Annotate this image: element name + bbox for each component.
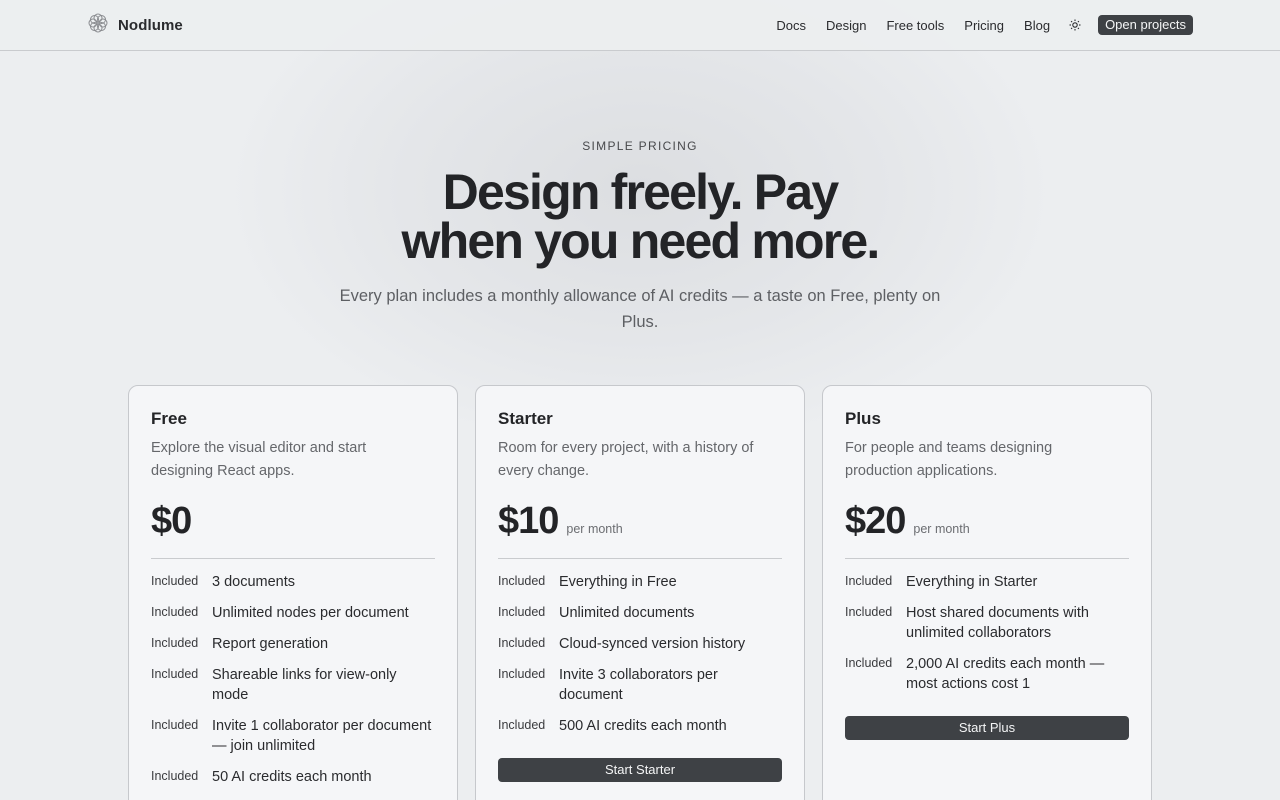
included-tag: Included: [498, 636, 546, 650]
price-row: $20 per month: [845, 501, 1129, 541]
feature-text: Cloud-synced version history: [559, 636, 746, 652]
brand-link[interactable]: Nodlume: [86, 13, 183, 37]
feature-item: Included 3 documents: [151, 572, 435, 592]
plan-name: Free: [151, 409, 187, 428]
feature-item: Included Everything in Starter: [845, 572, 1129, 592]
open-projects-button[interactable]: Open projects: [1098, 15, 1193, 35]
feature-text: Invite 1 collaborator per document — joi…: [212, 718, 432, 754]
included-tag: Included: [151, 636, 199, 650]
included-tag: Included: [845, 656, 893, 670]
feature-item: Included Unlimited documents: [498, 603, 782, 623]
included-tag: Included: [498, 605, 546, 619]
feature-text: Invite 3 collaborators per document: [559, 667, 718, 703]
feature-text: 3 documents: [212, 574, 296, 590]
feature-item: Included Host shared documents with unlim…: [845, 603, 1129, 643]
feature-list: Included Everything in Free Included Unlim…: [498, 572, 782, 736]
included-tag: Included: [498, 718, 546, 732]
divider: [845, 558, 1129, 559]
feature-item: Included 500 AI credits each month: [498, 716, 782, 736]
nav-link-pricing[interactable]: Pricing: [964, 18, 1004, 33]
plan-name: Plus: [845, 409, 881, 428]
feature-item: Included 50 AI credits each month: [151, 767, 435, 787]
plan-description: For people and teams designing productio…: [845, 440, 1053, 479]
feature-text: Everything in Starter: [906, 574, 1038, 590]
nav-link-blog[interactable]: Blog: [1024, 18, 1050, 33]
feature-text: 500 AI credits each month: [559, 718, 727, 734]
feature-text: Host shared documents with unlimited col…: [906, 605, 1089, 641]
plan-card-plus: Plus For people and teams designing prod…: [822, 385, 1152, 800]
plan-card-starter: Starter Room for every project, with a h…: [475, 385, 805, 800]
price-row: $10 per month: [498, 501, 782, 541]
nav-link-free-tools[interactable]: Free tools: [886, 18, 944, 33]
feature-text: 2,000 AI credits each month — most actio…: [906, 656, 1105, 692]
feature-text: Shareable links for view-only mode: [212, 667, 397, 703]
start-starter-button[interactable]: Start Starter: [498, 758, 782, 782]
page-subtitle: Every plan includes a monthly allowance …: [339, 287, 941, 331]
main-nav: Docs Design Free tools Pricing Blog Open…: [776, 14, 1193, 36]
divider: [151, 558, 435, 559]
feature-text: Everything in Free: [559, 574, 677, 590]
included-tag: Included: [498, 574, 546, 588]
feature-text: Unlimited documents: [559, 605, 695, 621]
page-title: Design freely. Pay when you need more.: [340, 167, 940, 269]
included-tag: Included: [151, 769, 199, 783]
top-navigation-bar: Nodlume Docs Design Free tools Pricing B…: [0, 0, 1280, 51]
plan-description: Explore the visual editor and start desi…: [151, 440, 367, 479]
price-row: $0: [151, 501, 435, 541]
feature-item: Included Invite 3 collaborators per docum…: [498, 665, 782, 705]
flower-logo-icon: [86, 11, 110, 40]
feature-item: Included Shareable links for view-only mo…: [151, 665, 435, 705]
pricing-eyebrow: SIMPLE PRICING: [582, 139, 698, 153]
included-tag: Included: [845, 574, 893, 588]
sun-icon[interactable]: [1068, 18, 1082, 32]
included-tag: Included: [151, 605, 199, 619]
nav-link-design[interactable]: Design: [826, 18, 866, 33]
plan-name: Starter: [498, 409, 553, 428]
feature-list: Included 3 documents Included Unlimited no…: [151, 572, 435, 787]
feature-item: Included Invite 1 collaborator per docume…: [151, 716, 435, 756]
plan-description: Room for every project, with a history o…: [498, 440, 754, 479]
feature-list: Included Everything in Starter Included Ho…: [845, 572, 1129, 694]
feature-item: Included 2,000 AI credits each month — mo…: [845, 654, 1129, 694]
included-tag: Included: [151, 718, 199, 732]
plan-price: $20: [845, 500, 906, 542]
plan-price: $10: [498, 500, 559, 542]
feature-item: Included Unlimited nodes per document: [151, 603, 435, 623]
headline-line-2: when you need more.: [401, 213, 880, 269]
feature-item: Included Report generation: [151, 634, 435, 654]
feature-item: Included Everything in Free: [498, 572, 782, 592]
plan-card-free: Free Explore the visual editor and start…: [128, 385, 458, 800]
included-tag: Included: [151, 574, 199, 588]
included-tag: Included: [498, 667, 546, 681]
plan-price: $0: [151, 500, 192, 542]
included-tag: Included: [845, 605, 893, 619]
start-plus-button[interactable]: Start Plus: [845, 716, 1129, 740]
headline-line-1: Design freely. Pay: [442, 164, 839, 220]
feature-text: 50 AI credits each month: [212, 769, 372, 785]
billing-period: per month: [913, 522, 970, 536]
billing-period: per month: [566, 522, 623, 536]
feature-text: Unlimited nodes per document: [212, 605, 409, 621]
divider: [498, 558, 782, 559]
included-tag: Included: [151, 667, 199, 681]
feature-text: Report generation: [212, 636, 329, 652]
brand-name: Nodlume: [118, 16, 183, 34]
feature-item: Included Cloud-synced version history: [498, 634, 782, 654]
nav-link-docs[interactable]: Docs: [776, 18, 806, 33]
